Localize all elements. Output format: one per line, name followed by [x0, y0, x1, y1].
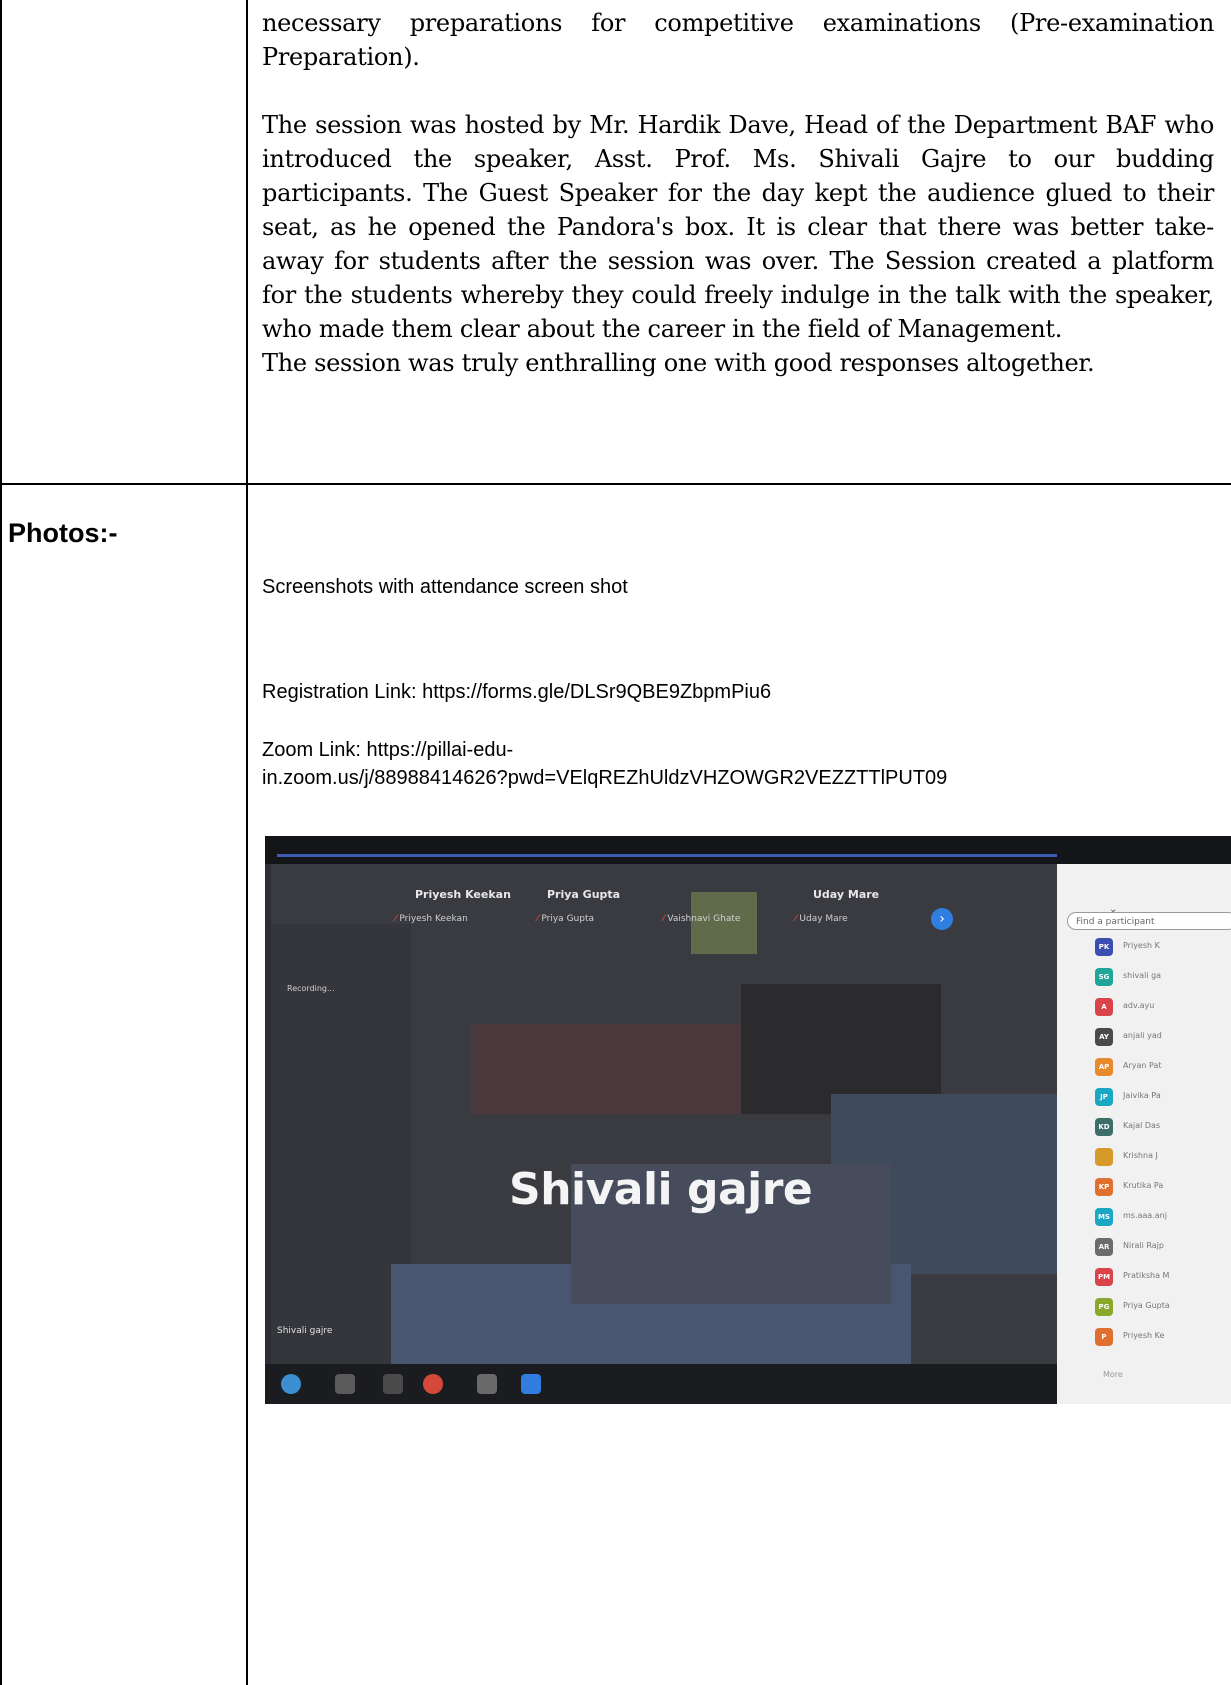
screenshot-top-strip — [265, 836, 1231, 864]
participant-name: adv.ayu — [1123, 1001, 1155, 1010]
mic-muted-icon: ⁄ — [537, 914, 539, 924]
avatar: PK — [1095, 938, 1113, 956]
avatar: P — [1095, 1328, 1113, 1346]
start-icon[interactable] — [281, 1374, 301, 1394]
participant-name: Jaivika Pa — [1123, 1091, 1161, 1100]
chrome-icon[interactable] — [423, 1374, 443, 1394]
active-speaker-name: Shivali gajre — [509, 1164, 813, 1215]
taskbar — [265, 1364, 1057, 1404]
photos-caption: Screenshots with attendance screen shot — [262, 576, 628, 598]
participant-name: Pratiksha M — [1123, 1271, 1170, 1280]
registration-link[interactable]: Registration Link: https://forms.gle/DLS… — [262, 679, 771, 706]
participant-name: Priyesh K — [1123, 941, 1160, 950]
avatar: KD — [1095, 1118, 1113, 1136]
zoom-session-screenshot: Priyesh Keekan Priya Gupta Uday Mare ⁄ P… — [265, 836, 1231, 1404]
self-view-name: Shivali gajre — [277, 1326, 333, 1336]
avatar — [1095, 1148, 1113, 1166]
avatar: A — [1095, 998, 1113, 1016]
recording-indicator: Recording... — [287, 984, 335, 993]
participant-name: Priyesh Ke — [1123, 1331, 1165, 1340]
participant-name: Nirali Rajp — [1123, 1241, 1164, 1250]
mic-muted-icon: ⁄ — [795, 914, 797, 924]
zoom-link-line-1[interactable]: Zoom Link: https://pillai-edu- — [262, 737, 513, 764]
taskbar-app-icon[interactable] — [383, 1374, 403, 1394]
mic-muted-icon: ⁄ — [663, 914, 665, 924]
avatar: PG — [1095, 1298, 1113, 1316]
avatar: AP — [1095, 1058, 1113, 1076]
zoom-gallery-area — [271, 864, 1057, 1364]
more-button[interactable]: More — [1103, 1370, 1123, 1379]
participant-name: Kajal Das — [1123, 1121, 1161, 1130]
tile-label: ⁄ Vaishnavi Ghate — [663, 914, 741, 924]
narrative-paragraph: necessary preparations for competitive e… — [262, 9, 1214, 71]
participant-name: Priya Gupta — [1123, 1301, 1170, 1310]
participant-name: shivali ga — [1123, 971, 1162, 980]
participant-name: Krishna J — [1123, 1151, 1158, 1160]
gallery-next-icon[interactable]: › — [931, 908, 953, 930]
tile-label: ⁄ Uday Mare — [795, 914, 848, 924]
table-row-divider — [0, 483, 1231, 485]
tile-label: ⁄ Priyesh Keekan — [395, 914, 468, 924]
taskbar-app-icon[interactable] — [335, 1374, 355, 1394]
tile-name: Uday Mare — [813, 888, 880, 901]
participant-name: anjali yad — [1123, 1031, 1162, 1040]
tile-label: ⁄ Priya Gupta — [537, 914, 594, 924]
avatar: SG — [1095, 968, 1113, 986]
avatar: AR — [1095, 1238, 1113, 1256]
tile-name: Priyesh Keekan — [415, 888, 511, 901]
narrative-paragraph: The session was hosted by Mr. Hardik Dav… — [262, 111, 1214, 343]
avatar: PM — [1095, 1268, 1113, 1286]
participant-name: Aryan Pat — [1123, 1061, 1162, 1070]
mic-muted-icon: ⁄ — [395, 914, 397, 924]
table-column-divider — [246, 0, 248, 1685]
participants-panel: ⌄ Find a participant PK Priyesh K SG shi… — [1057, 864, 1231, 1404]
photos-label: Photos:- — [8, 518, 118, 548]
zoom-link-line-2[interactable]: in.zoom.us/j/88988414626?pwd=VElqREZhUld… — [262, 765, 947, 792]
tile-name: Priya Gupta — [547, 888, 621, 901]
avatar: AY — [1095, 1028, 1113, 1046]
participant-search-input[interactable]: Find a participant — [1067, 912, 1231, 930]
participant-name: ms.aaa.anj — [1123, 1211, 1167, 1220]
avatar: KP — [1095, 1178, 1113, 1196]
avatar: MS — [1095, 1208, 1113, 1226]
avatar: JP — [1095, 1088, 1113, 1106]
narrative-paragraph: The session was truly enthralling one wi… — [262, 349, 1095, 377]
taskbar-app-icon[interactable] — [477, 1374, 497, 1394]
zoom-app-icon[interactable] — [521, 1374, 541, 1394]
event-narrative: necessary preparations for competitive e… — [262, 6, 1214, 380]
table-border-left — [0, 0, 2, 1685]
participant-name: Krutika Pa — [1123, 1181, 1164, 1190]
